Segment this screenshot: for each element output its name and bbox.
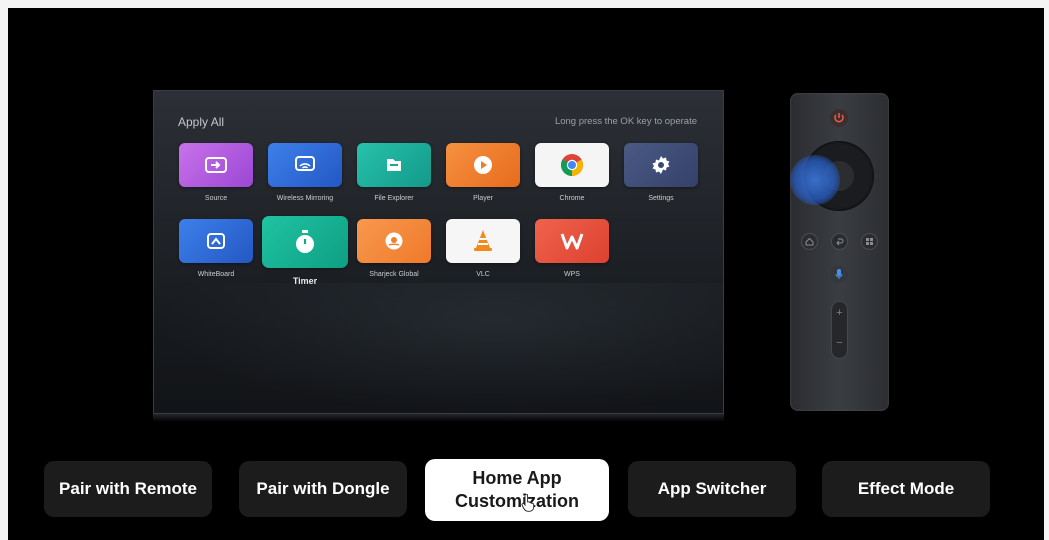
app-label: Timer bbox=[292, 276, 318, 286]
stage: Apply All Long press the OK key to opera… bbox=[8, 8, 1044, 540]
menu-home-app-customization[interactable]: Home App Customization bbox=[425, 459, 609, 521]
menu-grid-icon bbox=[861, 233, 878, 250]
source-icon bbox=[179, 143, 253, 187]
volume-rocker: + − bbox=[831, 301, 848, 359]
microphone-icon bbox=[830, 265, 848, 283]
play-icon bbox=[446, 143, 520, 187]
app-wireless-mirroring[interactable]: Wireless Mirroring bbox=[267, 143, 343, 202]
app-player[interactable]: Player bbox=[445, 143, 521, 202]
chrome-icon bbox=[535, 143, 609, 187]
app-label: WhiteBoard bbox=[197, 271, 235, 278]
vlc-cone-icon bbox=[446, 219, 520, 263]
menu-pair-with-dongle[interactable]: Pair with Dongle bbox=[239, 461, 407, 517]
minus-icon: − bbox=[836, 337, 843, 349]
remote-control: + − bbox=[790, 93, 889, 411]
app-label: File Explorer bbox=[374, 195, 414, 202]
menu-effect-mode[interactable]: Effect Mode bbox=[822, 461, 990, 517]
tv-header: Apply All Long press the OK key to opera… bbox=[178, 115, 697, 131]
app-label: VLC bbox=[476, 271, 490, 278]
stopwatch-icon bbox=[262, 216, 348, 268]
plus-icon: + bbox=[836, 307, 843, 319]
hand-cursor-icon bbox=[521, 493, 535, 517]
power-icon bbox=[830, 109, 848, 127]
tv-reflection bbox=[153, 414, 724, 422]
home-icon bbox=[801, 233, 818, 250]
folder-icon bbox=[357, 143, 431, 187]
app-label: Settings bbox=[648, 195, 674, 202]
menu-label: Pair with Dongle bbox=[256, 479, 390, 498]
gear-icon bbox=[624, 143, 698, 187]
cast-icon bbox=[268, 143, 342, 187]
tv-hint: Long press the OK key to operate bbox=[554, 116, 697, 127]
app-label: Player bbox=[473, 195, 493, 202]
menu-label: Effect Mode bbox=[857, 479, 955, 498]
app-settings[interactable]: Settings bbox=[623, 143, 699, 202]
menu-pair-with-remote[interactable]: Pair with Remote bbox=[44, 461, 212, 517]
focus-highlight bbox=[790, 155, 840, 205]
app-vlc[interactable]: VLC bbox=[445, 219, 521, 278]
whiteboard-icon bbox=[179, 219, 253, 263]
app-label: Sharjeck Global bbox=[369, 271, 419, 278]
app-whiteboard[interactable]: WhiteBoard bbox=[178, 219, 254, 278]
menu-label: Home App Customization bbox=[455, 468, 579, 511]
menu-app-switcher[interactable]: App Switcher bbox=[628, 461, 796, 517]
wps-icon bbox=[535, 219, 609, 263]
tv-screen: Apply All Long press the OK key to opera… bbox=[153, 90, 724, 414]
app-label: WPS bbox=[564, 271, 580, 278]
app-label: Chrome bbox=[559, 195, 585, 202]
app-label: Source bbox=[204, 195, 228, 202]
back-icon bbox=[831, 233, 848, 250]
app-wps[interactable]: WPS bbox=[534, 219, 610, 278]
tv-title: Apply All bbox=[178, 115, 225, 129]
app-file-explorer[interactable]: File Explorer bbox=[356, 143, 432, 202]
app-source[interactable]: Source bbox=[178, 143, 254, 202]
app-label: Wireless Mirroring bbox=[276, 195, 334, 202]
app-timer[interactable]: Timer bbox=[261, 216, 349, 286]
menu-label: Pair with Remote bbox=[59, 479, 197, 498]
menu-label: App Switcher bbox=[657, 479, 767, 498]
app-sharjeck-global[interactable]: Sharjeck Global bbox=[356, 219, 432, 278]
globe-icon bbox=[357, 219, 431, 263]
app-chrome[interactable]: Chrome bbox=[534, 143, 610, 202]
